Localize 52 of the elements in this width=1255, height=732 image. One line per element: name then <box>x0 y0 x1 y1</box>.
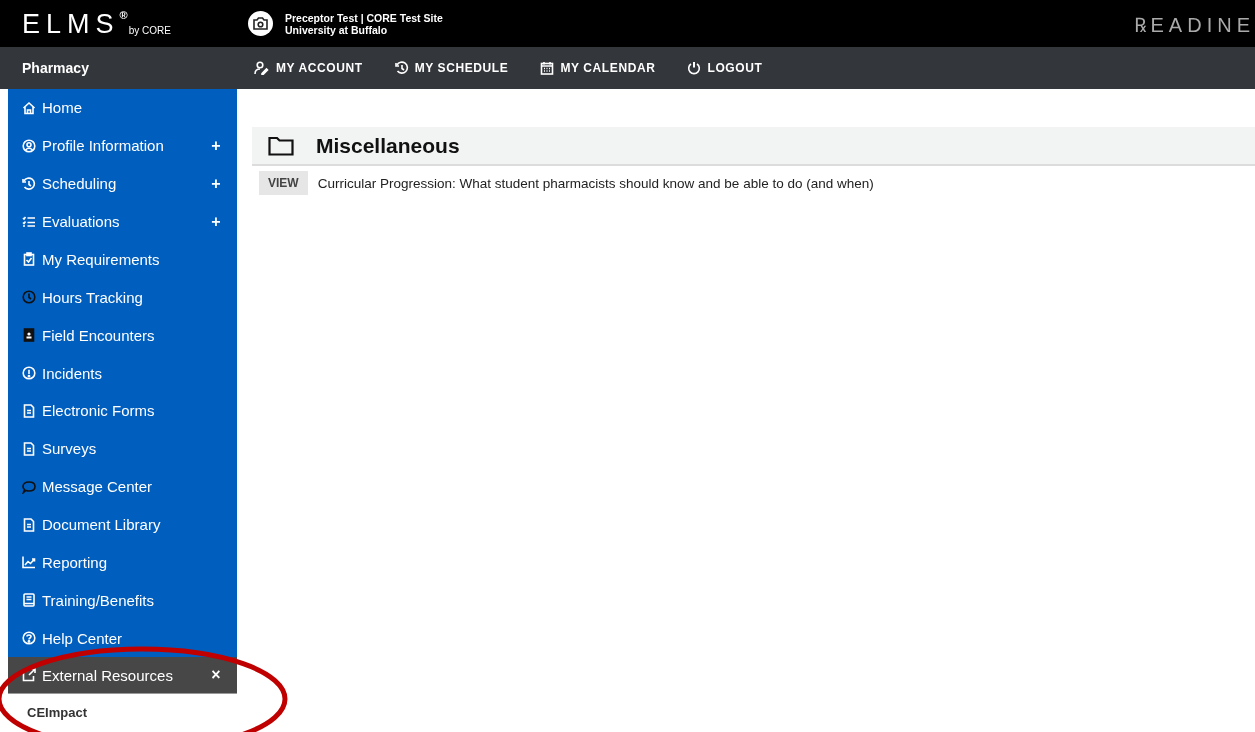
view-button[interactable]: VIEW <box>259 171 308 195</box>
sidebar-item[interactable]: Reporting <box>8 543 237 582</box>
logo-byline: by CORE <box>128 24 171 36</box>
logo: ELMS <box>22 8 120 39</box>
sidebar-item[interactable]: Electronic Forms <box>8 392 237 430</box>
nav-link[interactable]: LOGOUT <box>687 61 763 75</box>
sidebar-item[interactable]: External Resources × <box>8 657 237 694</box>
sidebar-item[interactable]: Scheduling + <box>8 164 237 203</box>
clipboard-icon <box>22 252 36 267</box>
sidebar-item[interactable]: Document Library <box>8 505 237 544</box>
document-icon <box>22 403 36 418</box>
user-edit-icon <box>252 61 270 75</box>
document-title: Curricular Progression: What student pharmacists should know and be able to do (and when) <box>317 175 874 191</box>
clock-icon <box>22 290 36 305</box>
history-icon <box>394 61 409 75</box>
sidebar-item[interactable]: Incidents <box>8 354 237 392</box>
history-icon <box>22 176 36 191</box>
avatar-camera-icon[interactable] <box>248 11 273 36</box>
nav-link[interactable]: MY CALENDAR <box>540 61 656 75</box>
power-icon <box>687 61 702 75</box>
nav-link[interactable]: MY ACCOUNT <box>252 61 363 75</box>
sidebar-item[interactable]: Help Center <box>8 619 237 658</box>
sidebar-item[interactable]: Field Encounters <box>8 316 237 355</box>
home-icon <box>22 100 36 115</box>
sidebar-item[interactable]: Surveys <box>8 429 237 468</box>
brand-logo: ℞EADINE <box>1133 13 1255 38</box>
id-badge-icon <box>22 328 36 343</box>
line-chart-icon <box>22 555 36 570</box>
sidebar-item[interactable]: My Requirements <box>8 240 237 279</box>
external-link-icon <box>22 668 36 683</box>
sidebar-item[interactable]: Evaluations + <box>8 202 237 241</box>
program-name: Pharmacy <box>21 60 90 76</box>
sidebar-item[interactable]: Profile Information + <box>8 126 237 165</box>
help-icon <box>22 631 36 646</box>
document-icon <box>22 517 36 532</box>
book-icon <box>22 593 36 608</box>
calendar-icon <box>540 61 555 75</box>
sidebar-subitem[interactable]: CEImpact <box>8 694 237 732</box>
section-title: Miscellaneous <box>316 133 460 158</box>
document-icon <box>22 441 36 456</box>
sidebar-item[interactable]: Hours Tracking <box>8 278 237 317</box>
user-circle-icon <box>22 138 36 153</box>
folder-icon <box>268 135 294 156</box>
sidebar-item[interactable]: Home <box>8 89 237 127</box>
registered-mark: ® <box>119 8 128 21</box>
checklist-icon <box>22 214 36 229</box>
nav-link[interactable]: MY SCHEDULE <box>394 61 509 75</box>
alert-icon <box>22 366 36 381</box>
site-name: Preceptor Test | CORE Test Site University at Buffalo <box>285 11 443 36</box>
sidebar-item[interactable]: Training/Benefits <box>8 581 237 620</box>
chat-bubble-icon <box>22 479 36 494</box>
sidebar-item[interactable]: Message Center <box>8 467 237 506</box>
